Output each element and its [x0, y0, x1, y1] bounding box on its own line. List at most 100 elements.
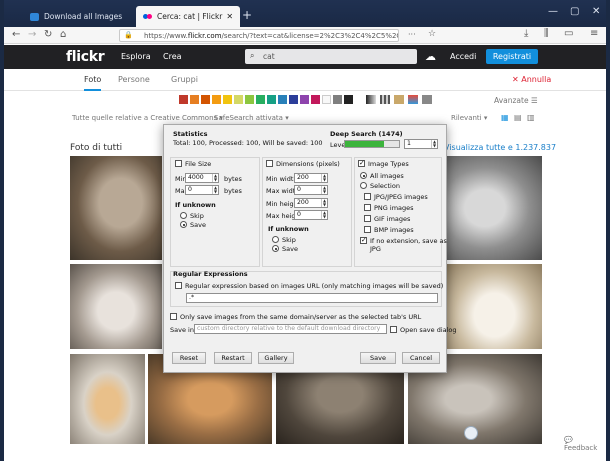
justified-view-icon[interactable]: ▤ [514, 113, 522, 122]
dimensions-save-radio[interactable]: Save [272, 245, 298, 253]
color-swatch[interactable] [322, 95, 331, 104]
advanced-link[interactable]: Avanzate ☰ [494, 96, 538, 105]
photo-thumbnail[interactable] [447, 156, 542, 260]
min-height-input[interactable]: 200 ▲ ▼ [294, 198, 328, 208]
open-save-dialog-checkbox[interactable]: Open save dialog [390, 326, 457, 334]
max-width-input[interactable]: 0 ▲ ▼ [294, 185, 328, 195]
upload-cloud-icon[interactable]: ☁ [425, 50, 436, 63]
bookmark-star-icon[interactable]: ☆ [428, 29, 436, 39]
save-button[interactable]: Save [360, 352, 396, 364]
color-filter-row: Avanzate ☰ [4, 92, 606, 108]
new-tab-button[interactable]: + [242, 8, 252, 22]
sidebar-icon[interactable]: ▭ [564, 28, 573, 39]
menu-icon[interactable]: ≡ [590, 28, 598, 39]
tab-people[interactable]: Persone [118, 75, 150, 84]
grid-view-icon[interactable]: ▦ [501, 113, 509, 122]
bw-filter-icon[interactable] [366, 95, 376, 104]
gallery-button[interactable]: Gallery [258, 352, 294, 364]
depth-filter-icon[interactable] [422, 95, 432, 104]
color-swatch[interactable] [289, 95, 298, 104]
nav-create[interactable]: Crea [163, 52, 182, 61]
tab-photos[interactable]: Foto [84, 75, 102, 91]
addon-badge-icon[interactable] [464, 426, 478, 440]
no-extension-checkbox[interactable]: If no extension, save as [360, 236, 447, 245]
all-images-radio[interactable]: All images [360, 172, 404, 180]
flickr-favicon-icon [143, 13, 152, 21]
selection-radio[interactable]: Selection [360, 182, 400, 190]
signup-button[interactable]: Registrati [486, 49, 538, 64]
color-swatch[interactable] [212, 95, 221, 104]
color-swatch[interactable] [267, 95, 276, 104]
min-size-unit: bytes [224, 175, 242, 183]
back-icon[interactable]: ← [12, 29, 20, 40]
tab-close-icon[interactable]: ✕ [222, 12, 233, 21]
dimensions-checkbox[interactable]: Dimensions (pixels) [266, 160, 340, 168]
color-swatch[interactable] [179, 95, 188, 104]
photo-thumbnail[interactable] [447, 264, 542, 349]
license-filter[interactable]: Tutte quelle relative a Creative Commons… [72, 114, 223, 122]
file-size-checkbox[interactable]: File Size [175, 160, 211, 168]
color-swatch[interactable] [223, 95, 232, 104]
regex-checkbox[interactable]: Regular expression based on images URL (… [175, 282, 443, 290]
pattern-filter-icon[interactable] [408, 95, 418, 104]
regex-input[interactable]: .* [186, 293, 438, 303]
flickr-search-input[interactable]: ⌕ cat [245, 49, 417, 64]
reload-icon[interactable]: ↻ [44, 29, 52, 40]
nav-explore[interactable]: Esplora [121, 52, 151, 61]
tab-download-all-images[interactable]: Download all Images – Comp… ✕ [23, 6, 123, 27]
max-height-input[interactable]: 0 ▲ ▼ [294, 210, 328, 220]
dimensions-skip-radio[interactable]: Skip [272, 236, 296, 244]
sort-relevant-filter[interactable]: Rilevanti ▾ [451, 114, 487, 122]
tab-flickr-search[interactable]: Cerca: cat | Flickr ✕ [136, 6, 240, 27]
image-types-checkbox[interactable]: Image Types [358, 159, 409, 168]
minimize-button[interactable]: — [548, 6, 558, 17]
tab-groups[interactable]: Gruppi [171, 75, 198, 84]
png-checkbox[interactable]: PNG images [364, 204, 414, 212]
color-swatch[interactable] [300, 95, 309, 104]
photo-thumbnail[interactable] [70, 264, 162, 349]
restart-button[interactable]: Restart [214, 352, 252, 364]
address-bar[interactable]: 🔒 https://www. flickr.com/search/?text=ca… [119, 29, 399, 42]
minimal-filter-icon[interactable] [394, 95, 404, 104]
bmp-checkbox[interactable]: BMP images [364, 226, 414, 234]
color-swatch[interactable] [190, 95, 199, 104]
min-size-input[interactable]: 4000 ▲ ▼ [185, 173, 219, 183]
close-window-button[interactable]: ✕ [592, 6, 600, 17]
reset-button[interactable]: Reset [172, 352, 206, 364]
cancel-button[interactable]: Cancel [402, 352, 440, 364]
large-view-icon[interactable]: ▥ [527, 113, 535, 122]
login-link[interactable]: Accedi [450, 52, 476, 61]
safesearch-filter[interactable]: SafeSearch attivata ▾ [214, 114, 289, 122]
color-swatch[interactable] [311, 95, 320, 104]
max-size-input[interactable]: 0 ▲ ▼ [185, 185, 219, 195]
downloads-icon[interactable]: ⤓ [524, 28, 528, 39]
save-in-input[interactable]: custom directory relative to the default… [194, 324, 387, 334]
cancel-link[interactable]: ✕ Annulla [512, 75, 551, 84]
view-all-link[interactable]: Visualizza tutte e 1.237.837 [444, 143, 556, 152]
home-icon[interactable]: ⌂ [60, 29, 66, 40]
color-swatch[interactable] [278, 95, 287, 104]
gif-checkbox[interactable]: GIF images [364, 215, 410, 223]
color-swatch[interactable] [234, 95, 243, 104]
level-input[interactable]: 1 ▲ ▼ [404, 139, 438, 149]
photo-thumbnail[interactable] [70, 354, 145, 444]
color-swatch[interactable] [201, 95, 210, 104]
no-extension-format: JPG [370, 245, 381, 253]
same-domain-checkbox[interactable]: Only save images from the same domain/se… [170, 313, 421, 321]
feedback-link[interactable]: 💬 Feedback [564, 436, 606, 452]
color-swatch[interactable] [256, 95, 265, 104]
color-swatch[interactable] [333, 95, 342, 104]
color-swatch[interactable] [344, 95, 353, 104]
page-actions-icon[interactable]: ··· [408, 30, 416, 39]
file-size-skip-radio[interactable]: Skip [180, 212, 204, 220]
file-size-save-radio[interactable]: Save [180, 221, 206, 229]
flickr-logo[interactable]: flickr [66, 49, 105, 65]
forward-icon[interactable]: → [28, 29, 36, 40]
min-width-input[interactable]: 200 ▲ ▼ [294, 173, 328, 183]
maximize-button[interactable]: ▢ [570, 6, 579, 17]
library-icon[interactable]: ⫼ [544, 28, 549, 39]
jpg-checkbox[interactable]: JPG/JPEG images [364, 193, 428, 201]
shallow-filter-icon[interactable] [380, 95, 390, 104]
photo-thumbnail[interactable] [70, 156, 162, 260]
color-swatch[interactable] [245, 95, 254, 104]
